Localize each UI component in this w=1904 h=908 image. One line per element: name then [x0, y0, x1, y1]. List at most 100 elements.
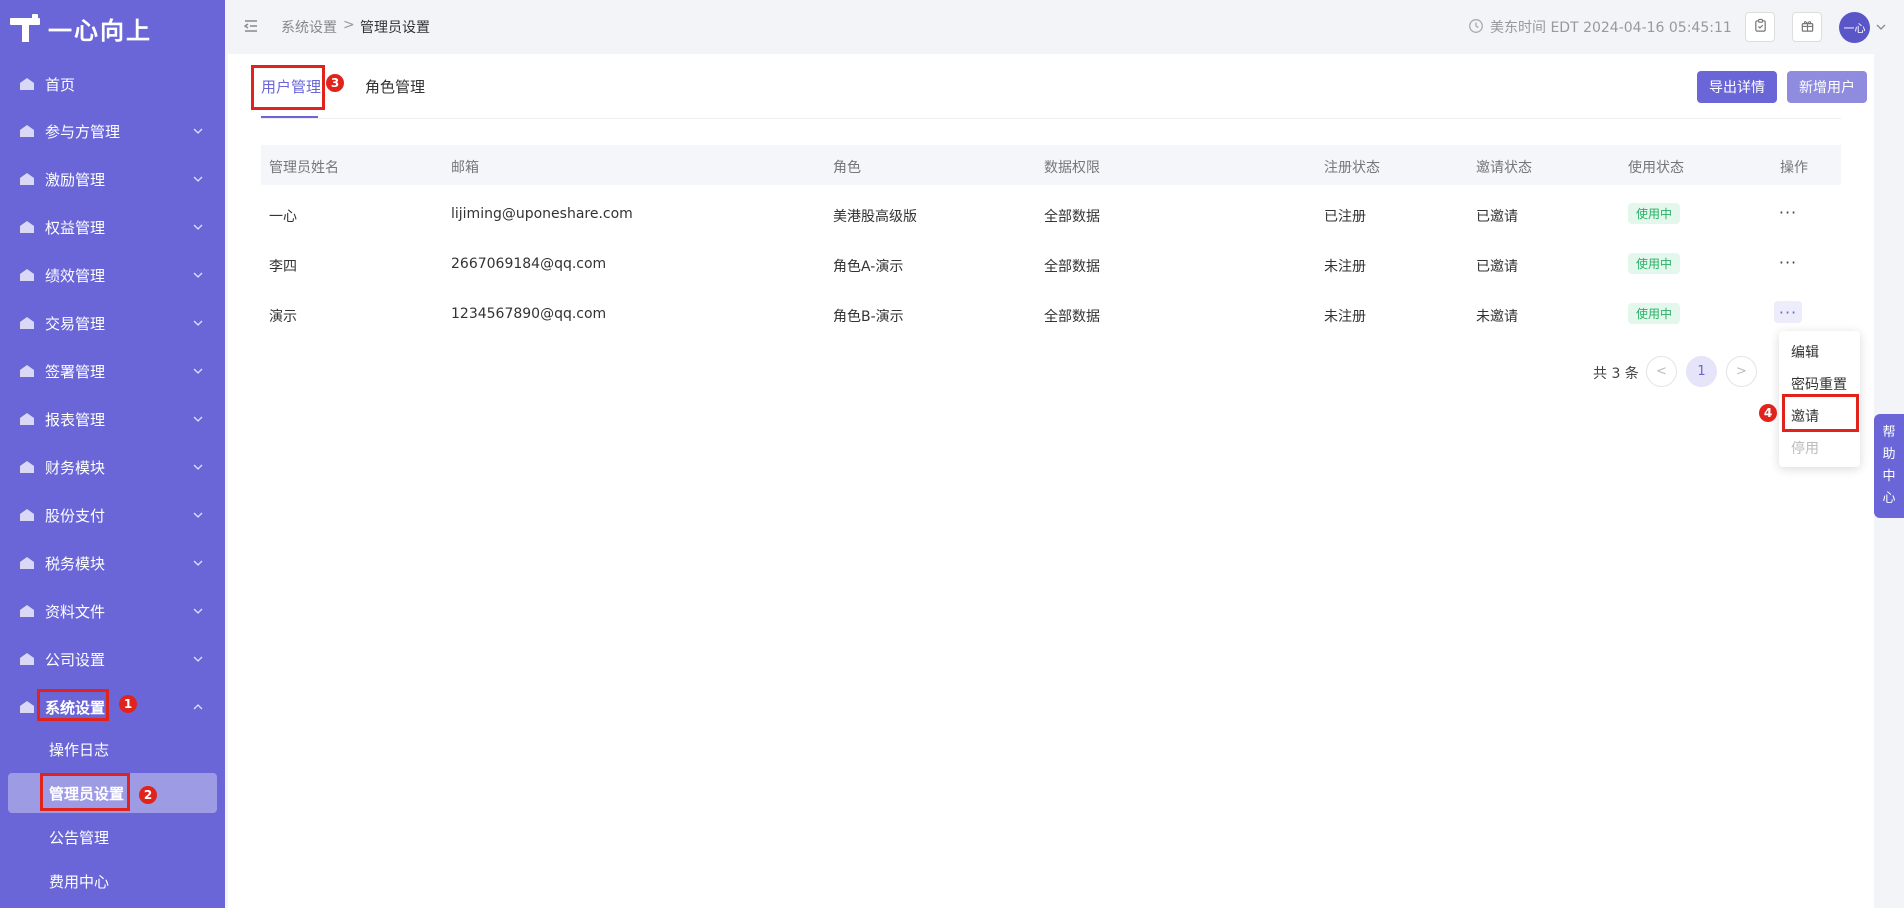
folder-icon — [18, 603, 36, 619]
column-header-actions: 操作 — [1780, 160, 1808, 176]
sidebar: 一心向上 首页参与方管理激励管理权益管理绩效管理交易管理签署管理报表管理财务模块… — [0, 0, 225, 908]
sidebar-item-tax[interactable]: 税务模块 — [0, 543, 225, 583]
gift-button[interactable] — [1792, 12, 1822, 42]
sidebar-item-label: 税务模块 — [45, 554, 106, 573]
annotation-box-invite — [1782, 394, 1859, 432]
breadcrumb-system-settings[interactable]: 系统设置 — [281, 17, 337, 37]
sidebar-item-sign[interactable]: 签署管理 — [0, 351, 225, 391]
chevron-down-icon — [191, 652, 205, 666]
cell-registration-status: 已注册 — [1324, 209, 1366, 225]
chevron-down-icon — [191, 268, 205, 282]
cell-data-scope: 全部数据 — [1044, 309, 1100, 325]
chevron-down-icon — [191, 604, 205, 618]
clipboard-button[interactable] — [1745, 12, 1775, 42]
system-settings-icon — [18, 699, 36, 715]
status-badge: 使用中 — [1628, 303, 1681, 324]
avatar[interactable]: 一心 — [1839, 12, 1870, 43]
sidebar-item-finance[interactable]: 财务模块 — [0, 447, 225, 487]
help-center-tab[interactable]: 帮 助 中 心 — [1874, 414, 1904, 518]
table-row: 一心 lijiming@uponeshare.com 美港股高级版 全部数据 已注册 已邀… — [261, 190, 1841, 240]
sign-icon — [18, 363, 36, 379]
submenu-item-operation-log[interactable]: 操作日志 — [0, 729, 225, 769]
sidebar-item-report[interactable]: 报表管理 — [0, 399, 225, 439]
finance-icon — [18, 459, 36, 475]
clipboard-check-icon — [1753, 18, 1768, 37]
company-icon — [18, 651, 36, 667]
pagination-prev-button[interactable]: < — [1646, 356, 1677, 387]
stakeholder-icon — [18, 123, 36, 139]
tab-role-management[interactable]: 角色管理 — [365, 76, 425, 97]
more-actions-button[interactable]: ··· — [1774, 301, 1802, 323]
sidebar-item-label: 交易管理 — [45, 314, 106, 333]
sidebar-item-incentive[interactable]: 激励管理 — [0, 159, 225, 199]
dropdown-item-reset-password[interactable]: 密码重置 — [1791, 374, 1847, 394]
annotation-box-admin-settings — [40, 773, 130, 811]
sidebar-item-label: 激励管理 — [45, 170, 106, 189]
cell-email: lijiming@uponeshare.com — [451, 206, 633, 222]
annotation-box-user-tab — [251, 65, 325, 110]
help-char: 中 — [1882, 469, 1896, 484]
sidebar-item-transaction[interactable]: 交易管理 — [0, 303, 225, 343]
equity-icon — [18, 219, 36, 235]
logo[interactable]: 一心向上 — [0, 0, 225, 56]
chevron-down-icon — [191, 556, 205, 570]
chevron-down-icon — [191, 172, 205, 186]
collapse-menu-icon[interactable] — [243, 18, 259, 34]
sidebar-item-home[interactable]: 首页 — [0, 64, 225, 104]
chevron-down-icon — [191, 220, 205, 234]
cell-data-scope: 全部数据 — [1044, 259, 1100, 275]
sidebar-item-label: 资料文件 — [45, 602, 106, 621]
chevron-down-icon — [191, 508, 205, 522]
sidebar-item-folder[interactable]: 资料文件 — [0, 591, 225, 631]
sidebar-item-company[interactable]: 公司设置 — [0, 639, 225, 679]
sidebar-item-system-settings[interactable]: 系统设置 — [0, 687, 225, 727]
logo-text: 一心向上 — [48, 16, 152, 45]
dropdown-item-edit[interactable]: 编辑 — [1791, 342, 1819, 362]
breadcrumb-separator: > — [343, 17, 355, 33]
cell-invite-status: 未邀请 — [1476, 309, 1518, 325]
pagination-page-1[interactable]: 1 — [1686, 356, 1717, 387]
sidebar-item-label: 权益管理 — [45, 218, 106, 237]
annotation-badge-4: 4 — [1759, 404, 1777, 422]
column-header-email: 邮箱 — [451, 160, 479, 176]
sidebar-item-label: 签署管理 — [45, 362, 106, 381]
transaction-icon — [18, 315, 36, 331]
dropdown-item-disable: 停用 — [1791, 441, 1819, 457]
sidebar-item-label: 首页 — [45, 75, 76, 94]
help-char: 助 — [1882, 447, 1896, 462]
sidebar-item-label: 报表管理 — [45, 410, 106, 429]
cell-email: 2667069184@qq.com — [451, 256, 607, 272]
add-user-button[interactable]: 新增用户 — [1787, 71, 1867, 103]
column-header-usage: 使用状态 — [1628, 160, 1684, 176]
sidebar-item-share-payment[interactable]: 股份支付 — [0, 495, 225, 535]
column-header-registration: 注册状态 — [1324, 160, 1380, 176]
cell-invite-status: 已邀请 — [1476, 259, 1518, 275]
cell-invite-status: 已邀请 — [1476, 209, 1518, 225]
status-badge: 使用中 — [1628, 203, 1681, 224]
cell-registration-status: 未注册 — [1324, 259, 1366, 275]
chevron-down-icon[interactable] — [1875, 21, 1887, 33]
breadcrumb-admin-settings: 管理员设置 — [360, 20, 430, 36]
annotation-badge-2: 2 — [139, 786, 157, 804]
submenu-item-billing-center[interactable]: 费用中心 — [0, 861, 225, 901]
export-details-button[interactable]: 导出详情 — [1697, 71, 1777, 103]
column-header-role: 角色 — [833, 160, 861, 176]
cell-name: 演示 — [269, 309, 297, 325]
chevron-down-icon — [191, 460, 205, 474]
share-payment-icon — [18, 507, 36, 523]
cell-data-scope: 全部数据 — [1044, 209, 1100, 225]
more-actions-button[interactable]: ··· — [1774, 201, 1802, 223]
cell-role: 角色B-演示 — [833, 309, 904, 325]
sidebar-item-equity[interactable]: 权益管理 — [0, 207, 225, 247]
submenu-item-announcement[interactable]: 公告管理 — [0, 817, 225, 857]
sidebar-item-label: 绩效管理 — [45, 266, 106, 285]
sidebar-item-performance[interactable]: 绩效管理 — [0, 255, 225, 295]
sidebar-item-stakeholder[interactable]: 参与方管理 — [0, 111, 225, 151]
chevron-up-icon — [191, 700, 205, 714]
tab-divider — [261, 118, 1841, 119]
table-header: 管理员姓名 邮箱 角色 数据权限 注册状态 邀请状态 使用状态 操作 — [261, 145, 1841, 185]
incentive-icon — [18, 171, 36, 187]
table-row: 李四 2667069184@qq.com 角色A-演示 全部数据 未注册 已邀请 使用中 ··… — [261, 240, 1841, 290]
more-actions-button[interactable]: ··· — [1774, 251, 1802, 273]
pagination-next-button[interactable]: > — [1726, 356, 1757, 387]
